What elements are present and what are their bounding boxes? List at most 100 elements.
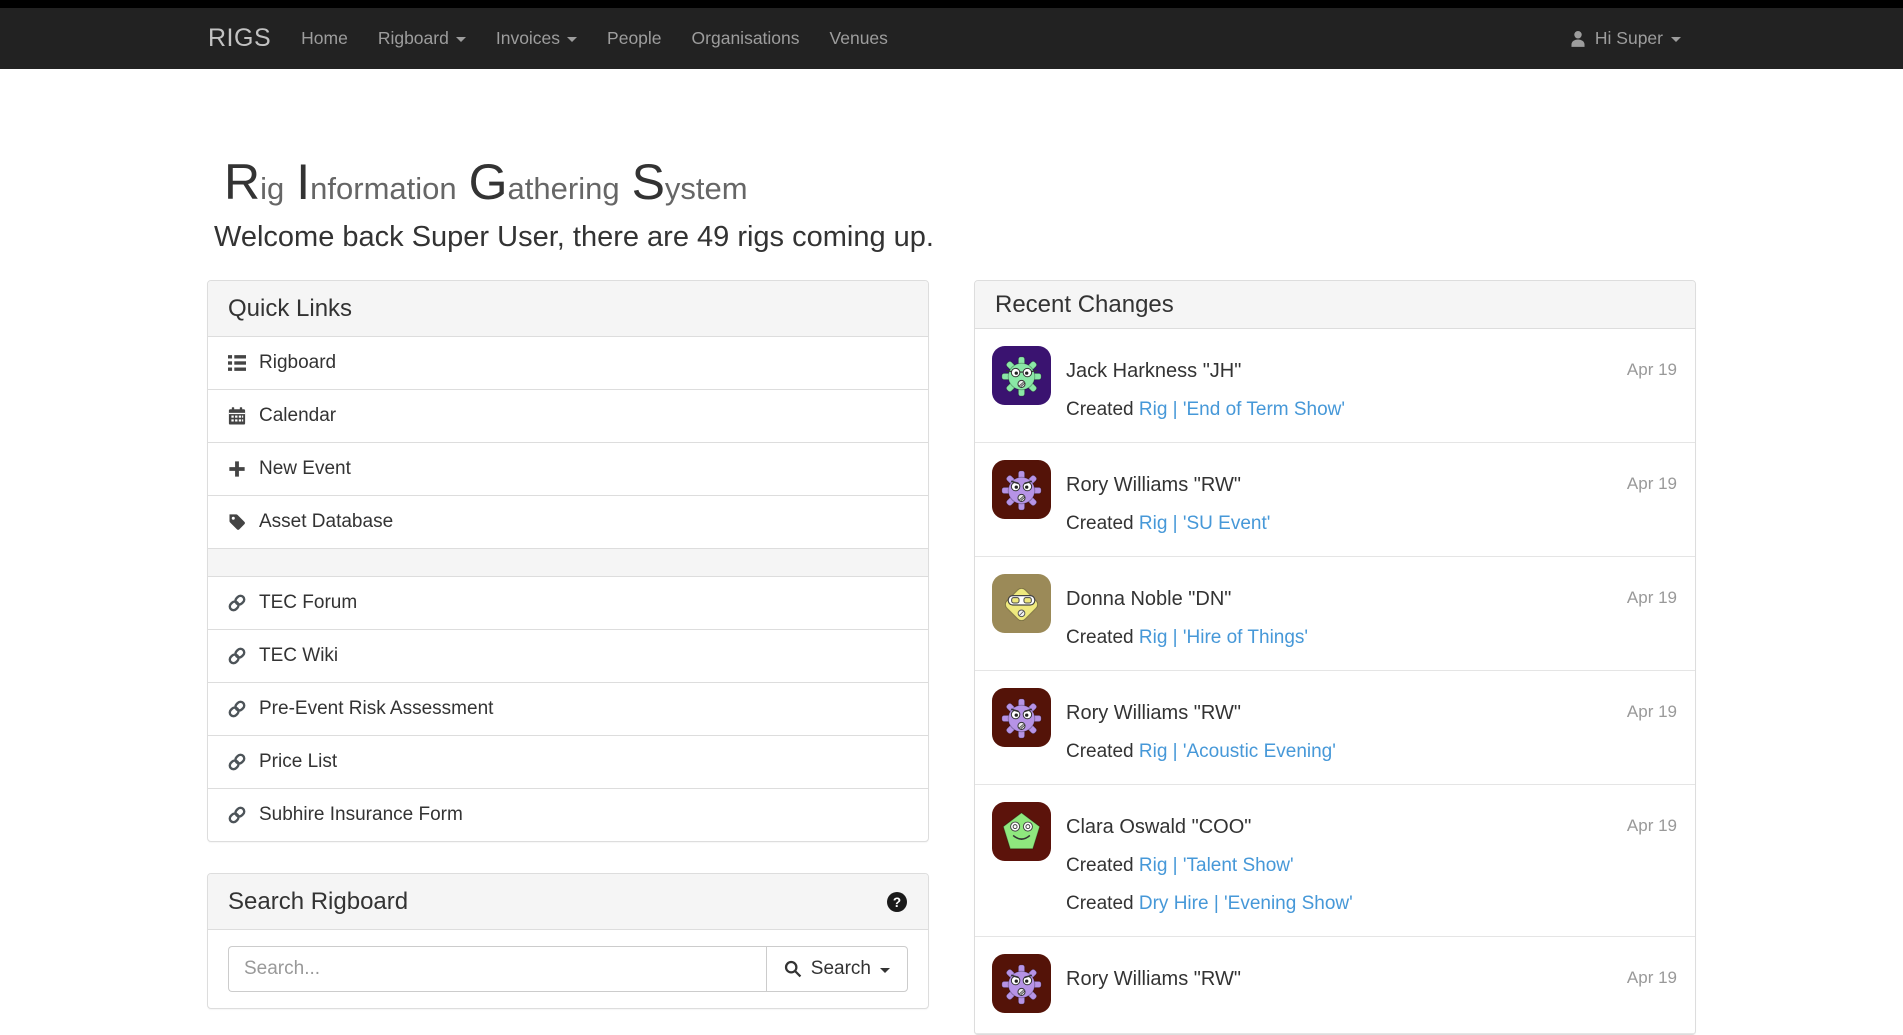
- user-avatar: [992, 346, 1051, 405]
- link-icon: [228, 700, 246, 718]
- user-avatar: [992, 574, 1051, 633]
- search-input[interactable]: [228, 946, 766, 992]
- link-icon: [228, 806, 246, 824]
- nav-item-organisations[interactable]: Organisations: [677, 8, 815, 69]
- quick-link-label: Subhire Insurance Form: [259, 804, 463, 826]
- quick-links-panel: Quick Links Rigboard Calendar New Event Ass…: [207, 280, 929, 842]
- link-icon: [228, 647, 246, 665]
- caret-down-icon: [1671, 37, 1681, 42]
- quick-link-price-list[interactable]: Price List: [208, 736, 928, 789]
- change-action: Created Rig | 'End of Term Show': [1066, 397, 1677, 422]
- user-avatar: [992, 460, 1051, 519]
- recent-change-row: Donna Noble "DN" Apr 19 Created Rig | 'Hir…: [975, 557, 1695, 671]
- action-link[interactable]: Rig | 'Acoustic Evening': [1139, 741, 1336, 762]
- change-action: Created Rig | 'Acoustic Evening': [1066, 739, 1677, 764]
- quick-link-label: Rigboard: [259, 352, 336, 374]
- tag-icon: [228, 513, 246, 531]
- action-prefix: Created: [1066, 741, 1139, 762]
- quick-link-tec-wiki[interactable]: TEC Wiki: [208, 630, 928, 683]
- plus-icon: [228, 460, 246, 478]
- nav-item-rigboard[interactable]: Rigboard: [363, 8, 481, 69]
- recent-change-row: Jack Harkness "JH" Apr 19 Created Rig | 'E…: [975, 329, 1695, 443]
- action-prefix: Created: [1066, 855, 1139, 876]
- change-user-name: Rory Williams "RW": [1066, 966, 1241, 992]
- recent-change-row: Rory Williams "RW" Apr 19: [975, 937, 1695, 1034]
- page-title: RigInformationGatheringSystem: [207, 157, 1696, 207]
- nav-item-venues[interactable]: Venues: [815, 8, 903, 69]
- navbar: RIGS HomeRigboardInvoicesPeopleOrganisat…: [0, 8, 1903, 69]
- change-action: Created Rig | 'Talent Show': [1066, 853, 1677, 878]
- quick-link-tec-forum[interactable]: TEC Forum: [208, 577, 928, 630]
- action-link[interactable]: Rig | 'Talent Show': [1139, 855, 1294, 876]
- action-link[interactable]: Rig | 'SU Event': [1139, 513, 1271, 534]
- change-user-name: Clara Oswald "COO": [1066, 814, 1251, 840]
- top-strip: [0, 0, 1903, 8]
- recent-change-row: Rory Williams "RW" Apr 19 Created Rig | 'S…: [975, 443, 1695, 557]
- nav-item-home[interactable]: Home: [286, 8, 363, 69]
- user-menu[interactable]: Hi Super: [1554, 8, 1696, 69]
- quick-link-asset-database[interactable]: Asset Database: [208, 496, 928, 549]
- change-date: Apr 19: [1627, 700, 1677, 724]
- action-prefix: Created: [1066, 893, 1139, 914]
- nav-item-invoices[interactable]: Invoices: [481, 8, 592, 69]
- change-action: Created Rig | 'Hire of Things': [1066, 625, 1677, 650]
- change-action: Created Rig | 'SU Event': [1066, 511, 1677, 536]
- user-icon: [1569, 30, 1587, 48]
- link-icon: [228, 753, 246, 771]
- user-avatar: [992, 954, 1051, 1013]
- action-link[interactable]: Rig | 'Hire of Things': [1139, 627, 1308, 648]
- quick-link-new-event[interactable]: New Event: [208, 443, 928, 496]
- action-prefix: Created: [1066, 399, 1139, 420]
- quick-link-calendar[interactable]: Calendar: [208, 390, 928, 443]
- recent-changes-panel: Recent Changes Jack Harkness "JH"Apr 19C…: [974, 280, 1696, 1035]
- change-action: Created Dry Hire | 'Evening Show': [1066, 891, 1677, 916]
- change-date: Apr 19: [1627, 358, 1677, 382]
- quick-link-label: Price List: [259, 751, 337, 773]
- action-prefix: Created: [1066, 627, 1139, 648]
- quick-link-label: TEC Wiki: [259, 645, 338, 667]
- quick-link-label: TEC Forum: [259, 592, 357, 614]
- search-button[interactable]: Search: [766, 946, 908, 992]
- nav-item-people[interactable]: People: [592, 8, 677, 69]
- action-link[interactable]: Rig | 'End of Term Show': [1139, 399, 1345, 420]
- recent-changes-title: Recent Changes: [995, 291, 1174, 318]
- brand[interactable]: RIGS: [193, 8, 286, 69]
- change-date: Apr 19: [1627, 472, 1677, 496]
- recent-changes-list: Jack Harkness "JH" Apr 19 Created Rig | 'E…: [975, 329, 1695, 1034]
- quick-link-rigboard[interactable]: Rigboard: [208, 337, 928, 390]
- recent-change-row: Rory Williams "RW" Apr 19 Created Rig | 'A…: [975, 671, 1695, 785]
- caret-down-icon: [567, 37, 577, 42]
- calendar-icon: [228, 407, 246, 425]
- action-link[interactable]: Dry Hire | 'Evening Show': [1139, 893, 1353, 914]
- link-icon: [228, 594, 246, 612]
- quick-link-label: Pre-Event Risk Assessment: [259, 698, 493, 720]
- welcome-text: Welcome back Super User, there are 49 ri…: [207, 221, 1696, 254]
- caret-down-icon: [456, 37, 466, 42]
- quick-links-title: Quick Links: [228, 294, 352, 323]
- change-user-name: Rory Williams "RW": [1066, 700, 1241, 726]
- user-avatar: [992, 802, 1051, 861]
- change-user-name: Donna Noble "DN": [1066, 586, 1231, 612]
- svg-text:?: ?: [893, 894, 901, 909]
- search-button-label: Search: [811, 958, 871, 980]
- quick-link-label: New Event: [259, 458, 351, 480]
- quick-links-separator: [208, 549, 928, 577]
- change-date: Apr 19: [1627, 966, 1677, 990]
- user-menu-label: Hi Super: [1595, 28, 1663, 49]
- quick-link-pre-event-risk-assessment[interactable]: Pre-Event Risk Assessment: [208, 683, 928, 736]
- change-user-name: Rory Williams "RW": [1066, 472, 1241, 498]
- search-icon: [784, 960, 802, 978]
- question-circle-icon[interactable]: ?: [886, 891, 908, 913]
- quick-link-subhire-insurance-form[interactable]: Subhire Insurance Form: [208, 789, 928, 841]
- search-rigboard-title: Search Rigboard: [228, 887, 408, 916]
- change-date: Apr 19: [1627, 586, 1677, 610]
- change-date: Apr 19: [1627, 814, 1677, 838]
- caret-down-icon: [880, 968, 890, 973]
- quick-links-list: Rigboard Calendar New Event Asset Database T…: [208, 337, 928, 841]
- search-rigboard-panel: Search Rigboard ? Search: [207, 873, 929, 1009]
- change-user-name: Jack Harkness "JH": [1066, 358, 1241, 384]
- quick-link-label: Asset Database: [259, 511, 393, 533]
- recent-change-row: Clara Oswald "COO" Apr 19 Created Rig | 'T…: [975, 785, 1695, 937]
- quick-link-label: Calendar: [259, 405, 336, 427]
- action-prefix: Created: [1066, 513, 1139, 534]
